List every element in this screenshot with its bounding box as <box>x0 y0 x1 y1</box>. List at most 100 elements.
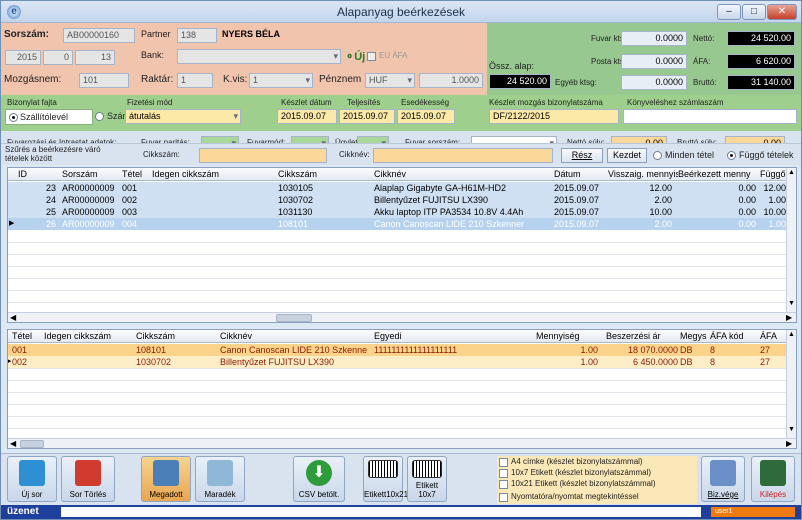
table-cell: AR00000009 <box>62 207 115 217</box>
table-cell: 2015.09.07 <box>554 207 600 217</box>
table-cell: 12.00 <box>763 183 786 193</box>
col-fuggo[interactable]: Függő <box>760 169 786 179</box>
posta-ktsg-field[interactable]: 0.0000 <box>621 54 687 69</box>
field-1[interactable]: 0 <box>43 50 73 65</box>
opt-10x7-checkbox[interactable] <box>499 469 508 478</box>
pending-grid-vscroll[interactable]: ▲ ▼ <box>786 168 796 312</box>
egyeb-ktsg-field[interactable]: 0.0000 <box>621 75 687 90</box>
sorszam-field[interactable]: AB00000160 <box>63 28 135 43</box>
scroll-left-icon[interactable]: ◀ <box>10 313 16 322</box>
close-button[interactable]: ✕ <box>767 4 797 20</box>
minden-radio[interactable] <box>653 151 662 160</box>
col-id[interactable]: ID <box>18 169 27 179</box>
col-cikknev[interactable]: Cikknév <box>374 169 406 179</box>
table-row[interactable]: 25 AR00000009 003 1031130 Akku laptop ITP PA… <box>8 206 796 218</box>
maradek-button[interactable]: Maradék <box>195 456 245 502</box>
pending-grid-hscroll[interactable]: ◀ ▶ <box>8 312 796 322</box>
opt-10x21-checkbox[interactable] <box>499 480 508 489</box>
maximize-button[interactable]: □ <box>742 4 766 20</box>
opt-a4-checkbox[interactable] <box>499 458 508 467</box>
partner-code-field[interactable]: 138 <box>177 28 217 43</box>
keszlet-mozgas-label: Készlet mozgás bizonylatszáma <box>489 98 603 107</box>
print-preview-checkbox[interactable] <box>499 493 508 502</box>
megadott-button[interactable]: Megadott <box>141 456 191 502</box>
csv-load-button[interactable]: ⬇ CSV betölt. <box>293 456 345 502</box>
penznem-select[interactable]: HUF <box>365 73 415 88</box>
esedekesseg-field[interactable]: 2015.09.07 <box>397 109 455 124</box>
scroll-up-icon-2[interactable]: ▲ <box>788 331 795 338</box>
raktar-field[interactable]: 1 <box>177 73 213 88</box>
pending-grid-hscroll-thumb[interactable] <box>276 314 312 322</box>
col-afa-kod[interactable]: ÁFA kód <box>710 331 744 341</box>
kvis-select[interactable]: 1 <box>249 73 313 88</box>
table-cell: 003 <box>122 207 138 217</box>
konyveleshez-field[interactable] <box>623 109 797 124</box>
table-row[interactable]: 002 1030702 Billentyűzet FUJITSU LX390 1.00… <box>8 356 796 368</box>
table-cell: 24 <box>45 195 56 205</box>
keszlet-datum-field[interactable]: 2015.09.07 <box>277 109 337 124</box>
year-field[interactable]: 2015 <box>5 50 41 65</box>
col-afa[interactable]: ÁFA <box>760 331 777 341</box>
fizetesi-mod-select[interactable]: átutalás <box>125 109 241 124</box>
fuvar-ktsg-field[interactable]: 0.0000 <box>621 31 687 46</box>
col-cikkszam[interactable]: Cikkszám <box>278 169 317 179</box>
table-row[interactable]: 24 AR00000009 002 1030702 Billentyűzet FUJIT… <box>8 194 796 206</box>
mozgasnem-field[interactable]: 101 <box>79 73 129 88</box>
etikett10x7-button[interactable]: Etikett 10x7 <box>407 456 447 502</box>
table-row[interactable]: 23 AR00000009 001 1030105 Alaplap Gigabyte G… <box>8 182 796 194</box>
teljesites-field[interactable]: 2015.09.07 <box>339 109 395 124</box>
scroll-right-icon[interactable]: ▶ <box>786 313 792 322</box>
col-megys[interactable]: Megys <box>680 331 710 341</box>
col-visszaig[interactable]: Visszaig. mennyis <box>608 169 678 179</box>
biz-vege-button[interactable]: Biz.vége <box>701 456 745 502</box>
status-message-field <box>61 507 701 517</box>
bank-select[interactable] <box>177 49 341 64</box>
cikkszam-filter-input[interactable] <box>199 148 327 163</box>
scroll-left-icon-2[interactable]: ◀ <box>10 439 16 448</box>
col-cikknev-2[interactable]: Cikknév <box>220 331 252 341</box>
minimize-button[interactable]: – <box>717 4 741 20</box>
resz-button[interactable]: Rész <box>561 148 603 163</box>
col-beerkezett[interactable]: Beérkezett menny <box>678 169 760 179</box>
delete-row-button[interactable]: Sor Törlés <box>61 456 115 502</box>
new-row-button[interactable]: Új sor <box>7 456 57 502</box>
table-cell: 1.00 <box>768 195 786 205</box>
kezdet-button[interactable]: Kezdet <box>607 148 647 163</box>
cikknev-filter-input[interactable] <box>373 148 553 163</box>
scroll-right-icon-2[interactable]: ▶ <box>786 439 792 448</box>
keszlet-mozgas-field[interactable]: DF/2122/2015 <box>489 109 619 124</box>
bottom-toolbar: Új sor Sor Törlés Megadott Maradék ⬇ CSV… <box>1 453 801 505</box>
col-cikkszam-2[interactable]: Cikkszám <box>136 331 175 341</box>
table-cell: 18 070.0000 <box>627 345 678 355</box>
szallitolevel-radio[interactable] <box>9 113 18 122</box>
received-grid-hscroll-thumb[interactable] <box>20 440 44 448</box>
col-egyedi[interactable]: Egyedi <box>374 331 402 341</box>
col-idegen-cikkszam-2[interactable]: Idegen cikkszám <box>44 331 111 341</box>
scroll-down-icon[interactable]: ▼ <box>788 300 795 307</box>
scroll-up-icon[interactable]: ▲ <box>788 169 795 176</box>
etikett10x21-button[interactable]: Etikett10x21 <box>363 456 408 502</box>
col-sorszam[interactable]: Sorszám <box>62 169 98 179</box>
fuggo-radio[interactable] <box>727 151 736 160</box>
table-row[interactable]: 001 108101 Canon Canoscan LIDE 210 Szkenne… <box>8 344 796 356</box>
received-grid-vscroll[interactable]: ▲ ▼ <box>786 330 796 438</box>
finish-document-icon <box>710 460 736 486</box>
received-grid-hscroll[interactable]: ◀ ▶ <box>8 438 796 448</box>
col-datum[interactable]: Dátum <box>554 169 581 179</box>
exit-button[interactable]: Kilépés <box>751 456 795 502</box>
scroll-down-icon-2[interactable]: ▼ <box>788 426 795 433</box>
table-cell: 001 <box>122 183 138 193</box>
col-idegen-cikkszam[interactable]: Idegen cikkszám <box>152 169 219 179</box>
uj-label[interactable]: ⚬Új <box>345 50 365 63</box>
opt-10x7-label: 10x7 Etikett (készlet bizonylatszámmal) <box>511 468 652 477</box>
table-row[interactable]: 26 AR00000009 004 108101 Canon Canoscan LIDE… <box>8 218 796 230</box>
col-tetel[interactable]: Tétel <box>122 169 142 179</box>
col-mennyiseg[interactable]: Mennyiség <box>536 331 580 341</box>
col-tetel-2[interactable]: Tétel <box>12 331 32 341</box>
arfolyam-field[interactable]: 1.0000 <box>419 73 483 88</box>
col-beszerzesi-ar[interactable]: Beszerzési ár <box>606 331 661 341</box>
field-2[interactable]: 13 <box>75 50 115 65</box>
new-icon: ⚬ <box>345 51 355 63</box>
szamla-radio[interactable] <box>95 112 104 121</box>
eu-afa-checkbox[interactable] <box>367 52 376 61</box>
